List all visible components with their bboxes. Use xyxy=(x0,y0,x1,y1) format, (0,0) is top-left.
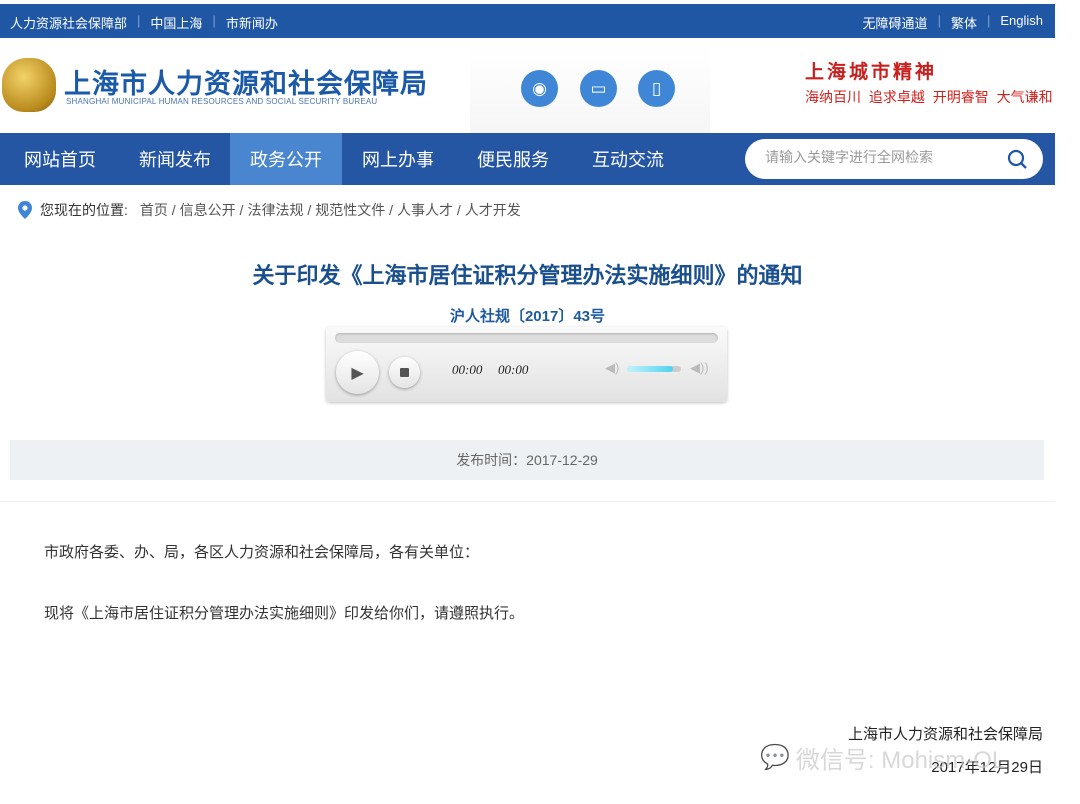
search-input[interactable] xyxy=(765,149,995,165)
volume-slider[interactable] xyxy=(627,366,681,372)
stop-icon xyxy=(400,368,409,377)
volume-level xyxy=(627,366,673,372)
duration: 00:00 xyxy=(498,362,529,377)
separator: | xyxy=(937,13,941,28)
separator: | xyxy=(212,13,216,28)
link-mohrss[interactable]: 人力资源社会保障部 xyxy=(10,13,127,32)
separator: | xyxy=(986,13,991,28)
article-paragraph: 市政府各委、办、局，各区人力资源和社会保障局，各有关单位： xyxy=(44,544,480,561)
link-news-office[interactable]: 市新闻办 xyxy=(226,13,278,32)
wechat-icon: 💬 xyxy=(760,744,790,771)
article-paragraph: 现将《上海市居住证积分管理办法实施细则》印发给你们，请遵照执行。 xyxy=(44,605,525,622)
breadcrumb: 您现在的位置: 首页 / 信息公开 / 法律法规 / 规范性文件 / 人事人才 … xyxy=(18,200,525,220)
watermark: 💬 微信号: Mohism-OL xyxy=(760,740,1005,775)
desktop-icon[interactable]: ▭ xyxy=(580,70,617,107)
breadcrumb-hr[interactable]: 人事人才 / xyxy=(397,200,461,220)
site-logo-subtitle: SHANGHAI MUNICIPAL HUMAN RESOURCES AND S… xyxy=(66,97,378,106)
site-logo-title[interactable]: 上海市人力资源和社会保障局 xyxy=(64,62,428,101)
search-icon[interactable] xyxy=(1007,149,1027,169)
page-title: 关于印发《上海市居住证积分管理办法实施细则》的通知 xyxy=(252,263,803,288)
play-icon: ▶ xyxy=(351,364,364,382)
watermark-text: 微信号: Mohism-OL xyxy=(795,747,1006,774)
city-spirit-title: 上海城市精神 xyxy=(805,61,938,83)
breadcrumb-info[interactable]: 信息公开 / xyxy=(180,200,244,220)
breadcrumb-home[interactable]: 首页 / xyxy=(140,200,176,220)
document-number: 沪人社规〔2017〕43号 xyxy=(449,308,606,325)
location-pin-icon xyxy=(18,201,32,219)
play-button[interactable]: ▶ xyxy=(336,351,379,394)
link-accessibility[interactable]: 无障碍通道 xyxy=(863,13,928,32)
link-english[interactable]: English xyxy=(1000,13,1043,32)
breadcrumb-label: 您现在的位置: xyxy=(40,202,128,218)
nav-interaction[interactable]: 互动交流 xyxy=(568,133,683,185)
current-time: 00:00 xyxy=(452,362,483,377)
link-traditional[interactable]: 繁体 xyxy=(951,13,977,32)
nav-online-services[interactable]: 网上办事 xyxy=(342,133,453,185)
weibo-icon[interactable]: ◉ xyxy=(521,70,558,107)
breadcrumb-talent[interactable]: 人才开发 xyxy=(465,200,521,220)
link-china-shanghai[interactable]: 中国上海 xyxy=(150,13,202,32)
mobile-icon[interactable]: ▯ xyxy=(638,70,675,107)
emblem-logo[interactable] xyxy=(2,58,56,112)
nav-public-services[interactable]: 便民服务 xyxy=(453,133,568,185)
nav-news[interactable]: 新闻发布 xyxy=(115,133,230,185)
audio-player: ▶ 00:00 00:00 ◀) ◀)) xyxy=(326,327,727,402)
publish-date: 发布时间：2017-12-29 xyxy=(10,440,1044,480)
volume-high-icon[interactable]: ◀)) xyxy=(690,360,709,376)
nav-gov-affairs[interactable]: 政务公开 xyxy=(230,133,342,185)
breadcrumb-laws[interactable]: 法律法规 / xyxy=(247,200,311,220)
breadcrumb-normative[interactable]: 规范性文件 / xyxy=(315,200,393,220)
stop-button[interactable] xyxy=(389,357,420,388)
top-bar: 人力资源社会保障部 | 中国上海 | 市新闻办 无障碍通道 | 繁体 | English xyxy=(0,4,1055,38)
divider xyxy=(0,501,1055,502)
city-spirit-slogan: 海纳百川 追求卓越 开明睿智 大气谦和 xyxy=(805,89,1053,105)
search-box xyxy=(745,139,1043,179)
audio-progress-bar[interactable] xyxy=(335,333,718,343)
nav-home[interactable]: 网站首页 xyxy=(0,133,115,185)
volume-low-icon[interactable]: ◀) xyxy=(605,360,619,376)
separator: | xyxy=(137,13,141,28)
